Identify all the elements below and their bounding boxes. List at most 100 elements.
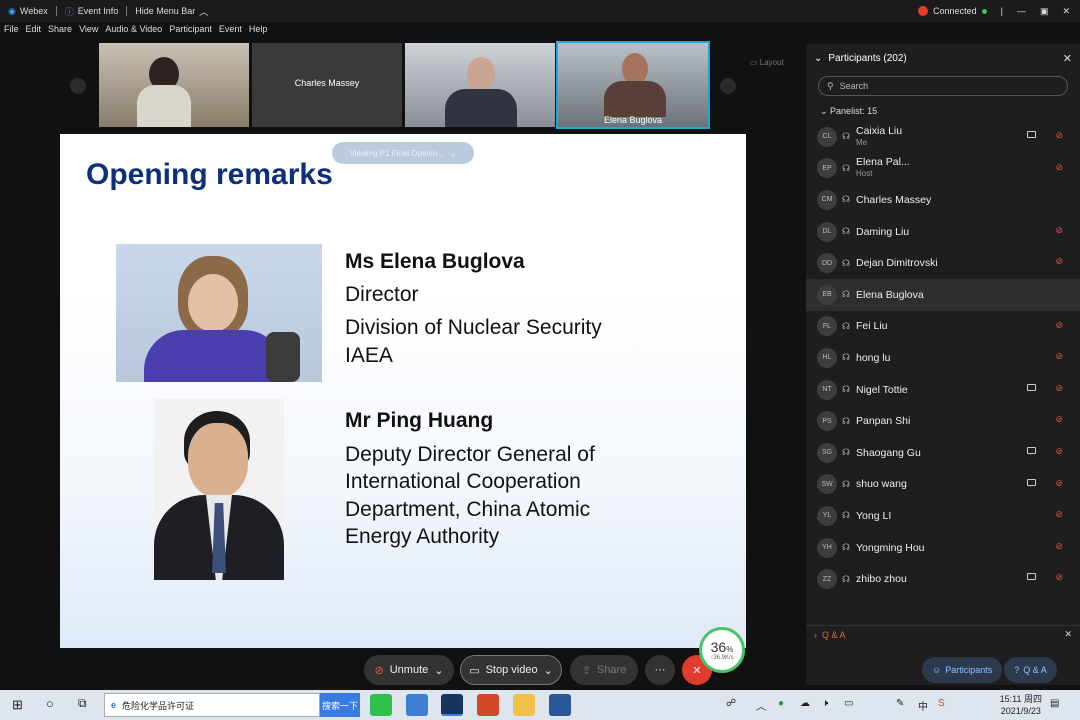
scroll-left-button[interactable]: [70, 78, 86, 94]
unmute-button[interactable]: ⊘ Unmute ⌄: [364, 655, 454, 685]
participant-row[interactable]: ZZ ☊ zhibo zhou ⊘: [806, 563, 1080, 595]
file-explorer-icon[interactable]: [513, 694, 535, 716]
participant-row[interactable]: NT ☊ Nigel Tottie ⊘: [806, 374, 1080, 406]
menu-audio-video[interactable]: Audio & Video: [105, 24, 162, 40]
people-icon[interactable]: ☍: [726, 698, 736, 709]
video-camera-icon: [1027, 478, 1036, 486]
mic-muted-icon: ⊘: [1055, 130, 1063, 140]
menu-help[interactable]: Help: [249, 24, 268, 40]
app-icon[interactable]: [406, 694, 428, 716]
menu-event[interactable]: Event: [219, 24, 242, 40]
headset-icon: ☊: [842, 257, 850, 268]
chevron-down-icon[interactable]: ⌄: [544, 664, 553, 677]
chevron-down-icon[interactable]: ⌄: [814, 53, 822, 64]
network-speed-widget[interactable]: 36% ↑36.9K/s: [699, 627, 745, 673]
participant-row[interactable]: PS ☊ Panpan Shi ⊘: [806, 405, 1080, 437]
system-clock[interactable]: 15:11 周四 2021/9/23: [1000, 693, 1042, 717]
avatar: YL: [817, 505, 837, 526]
sogou-icon[interactable]: S: [938, 698, 945, 709]
tray-app-icon[interactable]: ●: [778, 698, 784, 709]
wechat-icon[interactable]: [370, 694, 392, 716]
headset-icon: ☊: [842, 162, 850, 173]
participant-row[interactable]: HL ☊ hong lu ⊘: [806, 342, 1080, 374]
participant-name: Elena Buglova: [856, 288, 924, 301]
cortana-icon[interactable]: ○: [46, 696, 54, 711]
person-icon: ☺: [932, 665, 942, 675]
close-qa-icon[interactable]: ✕: [1064, 629, 1072, 640]
windows-start-icon[interactable]: ⊞: [12, 697, 23, 713]
layout-button[interactable]: ▭ Layout: [750, 58, 784, 67]
close-icon[interactable]: ✕: [1062, 6, 1070, 17]
participant-row[interactable]: EP ☊ Elena Pal... Host ⊘: [806, 153, 1080, 185]
menu-participant[interactable]: Participant: [169, 24, 212, 40]
menu-edit[interactable]: Edit: [26, 24, 42, 40]
panelist-section-header[interactable]: ⌄ Panelist: 15: [806, 100, 1080, 121]
participant-name: Charles Massey: [856, 193, 932, 206]
video-tile-active-speaker[interactable]: Elena Buglova: [556, 41, 710, 129]
pen-icon[interactable]: ✎: [896, 698, 904, 709]
hide-menu-bar-button[interactable]: Hide Menu Bar ︿: [127, 5, 216, 18]
avatar: YH: [817, 537, 837, 558]
minimize-icon[interactable]: —: [1017, 6, 1026, 16]
avatar: ZZ: [817, 569, 837, 590]
scroll-right-button[interactable]: [720, 78, 736, 94]
participant-name: Caixia Liu: [856, 124, 903, 137]
webex-app-label[interactable]: ◉ Webex: [0, 6, 56, 17]
participant-row[interactable]: SG ☊ Shaogang Gu ⊘: [806, 437, 1080, 469]
taskbar-search-button[interactable]: 搜索一下: [320, 693, 360, 717]
participant-row[interactable]: SW ☊ shuo wang ⊘: [806, 469, 1080, 501]
edge-icon: e: [111, 700, 117, 710]
maximize-icon[interactable]: ▣: [1040, 6, 1049, 17]
participant-row[interactable]: FL ☊ Fei Liu ⊘: [806, 311, 1080, 343]
participant-row[interactable]: YH ☊ Yongming Hou ⊘: [806, 532, 1080, 564]
participant-row[interactable]: CL ☊ Caixia Liu Me ⊘: [806, 121, 1080, 153]
cloud-icon[interactable]: ☁: [800, 698, 810, 709]
event-info-button[interactable]: ⓘ Event Info: [57, 5, 127, 18]
person2-line: Deputy Director General of: [345, 443, 595, 466]
chevron-up-icon[interactable]: ︿: [756, 698, 766, 713]
webex-taskbar-icon[interactable]: [441, 694, 463, 716]
portrait-photo-elena-buglova: [116, 244, 322, 382]
participant-row[interactable]: CM ☊ Charles Massey: [806, 184, 1080, 216]
qa-tab[interactable]: ? Q & A: [1004, 657, 1057, 683]
chevron-down-icon[interactable]: ⌄: [434, 664, 443, 677]
menu-share[interactable]: Share: [48, 24, 72, 40]
video-tile-label: Elena Buglova: [603, 115, 663, 125]
participant-row[interactable]: EB ☊ Elena Buglova: [806, 278, 1080, 311]
headset-icon: ☊: [842, 320, 850, 331]
stop-video-button[interactable]: ▭ Stop video ⌄: [460, 655, 562, 685]
headset-icon: ☊: [842, 289, 850, 300]
participant-row[interactable]: DD ☊ Dejan Dimitrovski ⊘: [806, 247, 1080, 279]
video-camera-icon: [1027, 446, 1036, 454]
participant-row[interactable]: YL ☊ Yong LI ⊘: [806, 500, 1080, 532]
menu-view[interactable]: View: [79, 24, 98, 40]
more-options-button[interactable]: ···: [645, 655, 675, 685]
notification-icon[interactable]: ▤: [1050, 698, 1059, 709]
video-tile[interactable]: Charles Massey: [252, 43, 402, 127]
ime-indicator[interactable]: 中: [918, 698, 928, 713]
participants-tab[interactable]: ☺ Participants: [922, 657, 1003, 683]
participant-search-input[interactable]: ⚲ Search: [818, 76, 1068, 96]
taskbar-search-input[interactable]: e 危险化学品许可证: [104, 693, 320, 717]
avatar: DD: [817, 253, 837, 274]
more-vertical-icon[interactable]: |: [1001, 6, 1003, 16]
close-panel-icon[interactable]: ✕: [1063, 52, 1072, 65]
video-tile[interactable]: [99, 43, 249, 127]
avatar: SG: [817, 442, 837, 463]
participant-name: Yongming Hou: [856, 541, 925, 554]
volume-icon[interactable]: 🕨: [822, 698, 828, 709]
word-icon[interactable]: [549, 694, 571, 716]
share-button[interactable]: ⇪ Share: [570, 655, 638, 685]
headset-icon: ☊: [842, 194, 850, 205]
task-view-icon[interactable]: ⧉: [78, 696, 87, 711]
network-icon[interactable]: ▭: [844, 698, 853, 709]
iaea-logo: IAEA: [676, 144, 734, 203]
title-bar: ◉ Webex ⓘ Event Info Hide Menu Bar ︿ Con…: [0, 0, 1080, 22]
video-tile[interactable]: [405, 43, 555, 127]
shared-content-slide: Viewing P1 Final Openin... ⌄ Opening rem…: [60, 134, 746, 648]
participant-row[interactable]: DL ☊ Daming Liu ⊘: [806, 216, 1080, 248]
qa-section-header[interactable]: › Q & A ✕: [806, 625, 1080, 643]
menu-file[interactable]: File: [4, 24, 19, 40]
viewing-file-pill[interactable]: Viewing P1 Final Openin... ⌄: [332, 142, 474, 164]
powerpoint-icon[interactable]: [477, 694, 499, 716]
